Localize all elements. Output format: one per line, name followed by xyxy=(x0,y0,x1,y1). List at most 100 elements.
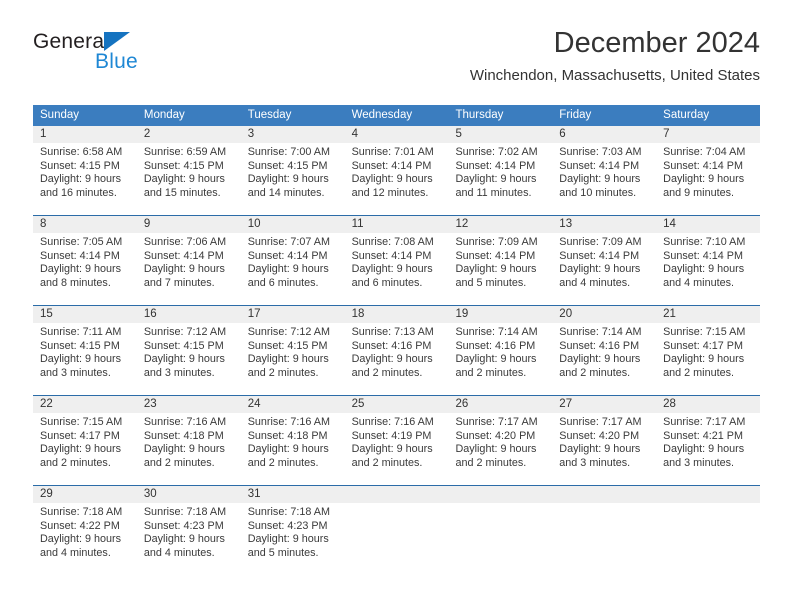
week-cells: 15 Sunrise: 7:11 AM Sunset: 4:15 PM Dayligh… xyxy=(33,306,760,395)
day-detail-line: Daylight: 9 hours xyxy=(40,173,122,186)
day-number: 8 xyxy=(40,218,47,230)
logo-triangle-icon xyxy=(104,32,130,51)
day-number: 9 xyxy=(143,218,151,230)
day-cell[interactable]: 31 Sunrise: 7:18 AM Sunset: 4:23 PM Dayligh… xyxy=(241,486,345,575)
day-cell[interactable]: 24 Sunrise: 7:16 AM Sunset: 4:18 PM Dayligh… xyxy=(241,396,345,485)
calendar-week-row: 22 Sunrise: 7:15 AM Sunset: 4:17 PM Dayligh… xyxy=(33,395,760,485)
day-details: Sunrise: 7:11 AM Sunset: 4:15 PM Daylight:… xyxy=(40,326,130,380)
day-details: Sunrise: 7:16 AM Sunset: 4:18 PM Daylight:… xyxy=(248,416,338,470)
day-cell-empty xyxy=(552,486,656,575)
day-number: 12 xyxy=(455,218,469,230)
day-cell[interactable]: 10 Sunrise: 7:07 AM Sunset: 4:14 PM Dayligh… xyxy=(241,216,345,305)
day-detail-line: Sunrise: 7:14 AM xyxy=(559,326,642,338)
day-detail-line: and 9 minutes. xyxy=(663,186,734,199)
day-cell[interactable]: 18 Sunrise: 7:13 AM Sunset: 4:16 PM Dayligh… xyxy=(345,306,449,395)
day-number: 30 xyxy=(143,488,157,500)
day-details: Sunrise: 7:15 AM Sunset: 4:17 PM Daylight:… xyxy=(663,326,753,380)
day-details: Sunrise: 7:15 AM Sunset: 4:17 PM Daylight:… xyxy=(40,416,130,470)
day-cell[interactable]: 25 Sunrise: 7:16 AM Sunset: 4:19 PM Dayligh… xyxy=(345,396,449,485)
day-detail-line: Sunset: 4:15 PM xyxy=(143,339,224,352)
day-cell[interactable]: 17 Sunrise: 7:12 AM Sunset: 4:15 PM Dayligh… xyxy=(241,306,345,395)
day-cell[interactable]: 20 Sunrise: 7:14 AM Sunset: 4:16 PM Dayligh… xyxy=(552,306,656,395)
day-detail-line: Sunset: 4:17 PM xyxy=(663,339,743,352)
day-number: 26 xyxy=(455,398,469,410)
day-detail-line: Daylight: 9 hours xyxy=(455,443,537,456)
day-detail-line: and 4 minutes. xyxy=(143,546,215,559)
day-details: Sunrise: 7:16 AM Sunset: 4:19 PM Daylight:… xyxy=(352,416,442,470)
day-cell[interactable]: 7 Sunrise: 7:04 AM Sunset: 4:14 PM Daylight… xyxy=(656,126,760,215)
day-cell[interactable]: 12 Sunrise: 7:09 AM Sunset: 4:14 PM Dayligh… xyxy=(448,216,552,305)
day-detail-line: Sunset: 4:14 PM xyxy=(663,159,743,172)
day-details: Sunrise: 7:16 AM Sunset: 4:18 PM Daylight:… xyxy=(144,416,234,470)
day-detail-line: Daylight: 9 hours xyxy=(247,263,329,276)
day-detail-line: Sunrise: 7:04 AM xyxy=(663,146,746,158)
day-details: Sunrise: 6:58 AM Sunset: 4:15 PM Daylight:… xyxy=(40,146,130,200)
day-cell-empty xyxy=(345,486,449,575)
day-number: 21 xyxy=(663,308,676,320)
day-detail-line: Sunset: 4:14 PM xyxy=(143,249,224,262)
day-details: Sunrise: 7:18 AM Sunset: 4:23 PM Daylight:… xyxy=(144,506,234,560)
day-cell[interactable]: 22 Sunrise: 7:15 AM Sunset: 4:17 PM Dayligh… xyxy=(33,396,137,485)
day-detail-line: and 6 minutes. xyxy=(247,276,319,289)
day-detail-line: and 7 minutes. xyxy=(143,276,215,289)
day-cell[interactable]: 30 Sunrise: 7:18 AM Sunset: 4:23 PM Dayligh… xyxy=(137,486,241,575)
day-cell[interactable]: 23 Sunrise: 7:16 AM Sunset: 4:18 PM Dayligh… xyxy=(137,396,241,485)
day-detail-line: Sunrise: 7:12 AM xyxy=(143,326,227,338)
day-cell[interactable]: 11 Sunrise: 7:08 AM Sunset: 4:14 PM Dayligh… xyxy=(345,216,449,305)
day-detail-line: Daylight: 9 hours xyxy=(40,533,122,546)
day-detail-line: Sunset: 4:19 PM xyxy=(351,429,432,442)
day-cell[interactable]: 15 Sunrise: 7:11 AM Sunset: 4:15 PM Dayligh… xyxy=(33,306,137,395)
day-detail-line: and 10 minutes. xyxy=(559,186,637,199)
week-cells: 8 Sunrise: 7:05 AM Sunset: 4:14 PM Daylight… xyxy=(33,216,760,305)
day-cell[interactable]: 27 Sunrise: 7:17 AM Sunset: 4:20 PM Dayligh… xyxy=(552,396,656,485)
day-detail-line: Sunrise: 7:09 AM xyxy=(559,236,642,248)
day-number: 28 xyxy=(663,398,676,410)
day-details: Sunrise: 7:01 AM Sunset: 4:14 PM Daylight:… xyxy=(352,146,442,200)
title-block: December 2024 Winchendon, Massachusetts,… xyxy=(470,26,760,85)
day-details: Sunrise: 7:12 AM Sunset: 4:15 PM Daylight:… xyxy=(248,326,338,380)
calendar-grid: Sunday Monday Tuesday Wednesday Thursday Frid… xyxy=(33,105,760,575)
day-number: 16 xyxy=(143,308,157,320)
day-cell[interactable]: 2 Sunrise: 6:59 AM Sunset: 4:15 PM Daylight… xyxy=(137,126,241,215)
day-detail-line: Sunset: 4:16 PM xyxy=(455,339,536,352)
day-details: Sunrise: 7:08 AM Sunset: 4:14 PM Daylight:… xyxy=(352,236,442,290)
day-number: 4 xyxy=(351,128,358,140)
day-details: Sunrise: 7:10 AM Sunset: 4:14 PM Daylight:… xyxy=(663,236,753,290)
day-detail-line: Sunrise: 7:16 AM xyxy=(143,416,227,428)
day-number: 1 xyxy=(40,128,47,140)
day-detail-line: Daylight: 9 hours xyxy=(455,173,537,186)
calendar-weeks: 1 Sunrise: 6:58 AM Sunset: 4:15 PM Daylight… xyxy=(33,125,760,575)
day-cell[interactable]: 13 Sunrise: 7:09 AM Sunset: 4:14 PM Dayligh… xyxy=(552,216,656,305)
day-cell[interactable]: 26 Sunrise: 7:17 AM Sunset: 4:20 PM Dayligh… xyxy=(448,396,552,485)
day-detail-line: Sunset: 4:23 PM xyxy=(143,519,224,532)
day-detail-line: and 12 minutes. xyxy=(351,186,429,199)
day-cell[interactable]: 28 Sunrise: 7:17 AM Sunset: 4:21 PM Dayligh… xyxy=(656,396,760,485)
day-number: 14 xyxy=(663,218,676,230)
day-detail-line: Sunrise: 6:58 AM xyxy=(40,146,123,158)
day-cell[interactable]: 4 Sunrise: 7:01 AM Sunset: 4:14 PM Daylight… xyxy=(345,126,449,215)
day-detail-line: Sunset: 4:14 PM xyxy=(663,249,743,262)
day-cell[interactable]: 9 Sunrise: 7:06 AM Sunset: 4:14 PM Daylight… xyxy=(137,216,241,305)
day-details: Sunrise: 7:05 AM Sunset: 4:14 PM Daylight:… xyxy=(40,236,130,290)
day-cell[interactable]: 8 Sunrise: 7:05 AM Sunset: 4:14 PM Daylight… xyxy=(33,216,137,305)
day-detail-line: Sunrise: 7:12 AM xyxy=(247,326,330,338)
day-number: 10 xyxy=(247,218,261,230)
calendar-page: General Blue December 2024 Winchendon, M… xyxy=(0,0,792,612)
day-detail-line: Sunrise: 7:10 AM xyxy=(663,236,746,248)
day-number: 29 xyxy=(40,488,53,500)
day-number: 13 xyxy=(559,218,573,230)
day-cell[interactable]: 14 Sunrise: 7:10 AM Sunset: 4:14 PM Dayligh… xyxy=(656,216,760,305)
day-cell[interactable]: 19 Sunrise: 7:14 AM Sunset: 4:16 PM Dayligh… xyxy=(448,306,552,395)
day-cell[interactable]: 3 Sunrise: 7:00 AM Sunset: 4:15 PM Daylight… xyxy=(241,126,345,215)
day-detail-line: Sunset: 4:14 PM xyxy=(559,159,640,172)
day-cell[interactable]: 21 Sunrise: 7:15 AM Sunset: 4:17 PM Dayligh… xyxy=(656,306,760,395)
day-details: Sunrise: 7:13 AM Sunset: 4:16 PM Daylight:… xyxy=(352,326,442,380)
day-cell[interactable]: 29 Sunrise: 7:18 AM Sunset: 4:22 PM Dayligh… xyxy=(33,486,137,575)
day-details: Sunrise: 7:07 AM Sunset: 4:14 PM Daylight:… xyxy=(248,236,338,290)
day-cell[interactable]: 1 Sunrise: 6:58 AM Sunset: 4:15 PM Daylight… xyxy=(33,126,137,215)
day-cell[interactable]: 5 Sunrise: 7:02 AM Sunset: 4:14 PM Daylight… xyxy=(448,126,552,215)
day-cell[interactable]: 6 Sunrise: 7:03 AM Sunset: 4:14 PM Daylight… xyxy=(552,126,656,215)
day-detail-line: and 5 minutes. xyxy=(247,546,319,559)
day-detail-line: Sunset: 4:14 PM xyxy=(40,249,120,262)
day-cell[interactable]: 16 Sunrise: 7:12 AM Sunset: 4:15 PM Dayligh… xyxy=(137,306,241,395)
